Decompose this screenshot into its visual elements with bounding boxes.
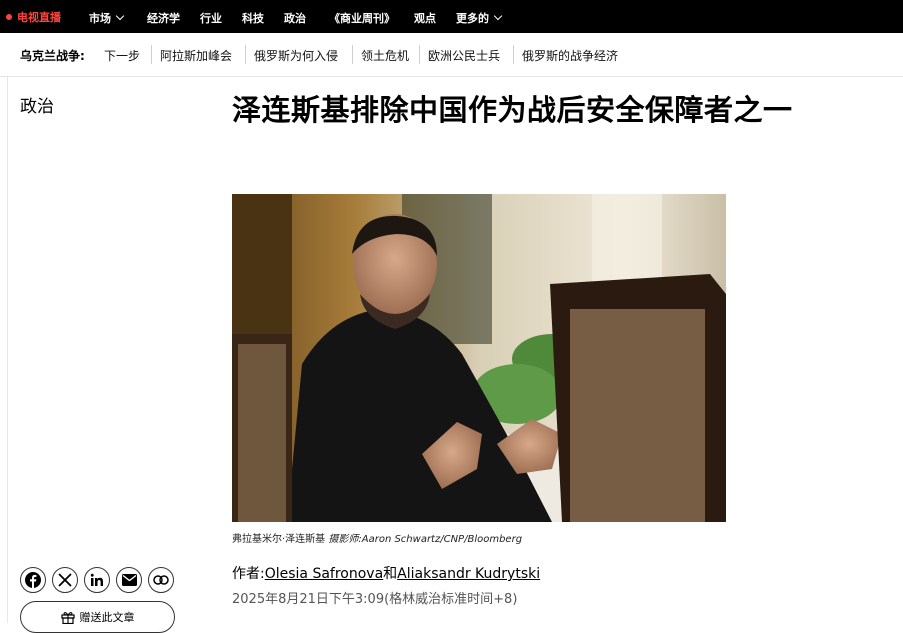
nav-industries-label: 行业	[200, 12, 222, 25]
top-nav: 电视直播 市场 经济学 行业 科技 政治 《商业周刊》 观点 更多的	[0, 0, 903, 33]
chevron-down-icon	[115, 11, 125, 21]
divider	[513, 45, 514, 64]
gift-article-button[interactable]: 赠送此文章	[20, 601, 175, 633]
gift-icon	[60, 611, 75, 624]
live-label: 电视直播	[17, 10, 61, 24]
article-headline: 泽连斯基排除中国作为战后安全保障者之一	[232, 93, 793, 127]
divider	[419, 45, 420, 64]
share-buttons	[20, 567, 174, 593]
publish-date: 2025年8月21日下午3:09(格林威治标准时间+8)	[232, 592, 518, 607]
linkedin-icon	[90, 573, 103, 586]
chevron-down-icon	[493, 11, 503, 21]
byline: 作者:Olesia Safronova和Aliaksandr Kudrytski	[232, 563, 540, 583]
subnav-item-alaska-summit[interactable]: 阿拉斯加峰会	[160, 47, 232, 64]
subnav-title: 乌克兰战争:	[20, 49, 85, 63]
nav-economics-label: 经济学	[147, 12, 180, 25]
facebook-share-button[interactable]	[20, 567, 46, 593]
subnav-item-next-steps[interactable]: 下一步	[104, 47, 140, 64]
byline-prefix: 作者:	[232, 566, 265, 582]
caption-subject: 弗拉基米尔·泽连斯基	[232, 534, 326, 545]
live-dot-icon	[6, 13, 12, 20]
nav-markets[interactable]: 市场	[89, 10, 125, 26]
nav-economics[interactable]: 经济学	[147, 10, 180, 26]
nav-technology[interactable]: 科技	[242, 10, 264, 26]
nav-politics[interactable]: 政治	[284, 10, 306, 26]
nav-more[interactable]: 更多的	[456, 10, 503, 26]
subnav-item-war-economy[interactable]: 俄罗斯的战争经济	[522, 47, 618, 64]
subnav-item-territory-crisis[interactable]: 领土危机	[361, 47, 409, 64]
section-label[interactable]: 政治	[20, 92, 54, 117]
nav-industries[interactable]: 行业	[200, 10, 222, 26]
email-icon	[121, 574, 137, 586]
x-share-button[interactable]	[52, 567, 78, 593]
author-link-1[interactable]: Olesia Safronova	[265, 566, 383, 582]
live-tv-link[interactable]: 电视直播	[6, 9, 61, 25]
subnav-item-citizen-soldiers[interactable]: 欧洲公民士兵	[428, 47, 500, 64]
topic-subnav: 乌克兰战争: 下一步 阿拉斯加峰会 俄罗斯为何入侵 领土危机 欧洲公民士兵 俄罗…	[0, 33, 903, 77]
nav-opinion-label: 观点	[414, 12, 436, 25]
nav-technology-label: 科技	[242, 12, 264, 25]
facebook-icon	[25, 572, 41, 588]
photo-illustration	[232, 194, 726, 522]
email-share-button[interactable]	[116, 567, 142, 593]
divider	[151, 45, 152, 64]
nav-more-label: 更多的	[456, 12, 489, 25]
nav-businessweek-label: 《商业周刊》	[329, 12, 395, 25]
x-icon	[58, 573, 72, 587]
left-rail-divider	[0, 77, 8, 623]
link-icon	[153, 575, 169, 585]
subnav-item-why-russia-invaded[interactable]: 俄罗斯为何入侵	[254, 47, 338, 64]
copy-link-button[interactable]	[148, 567, 174, 593]
divider	[352, 45, 353, 64]
nav-politics-label: 政治	[284, 12, 306, 25]
photo-caption: 弗拉基米尔·泽连斯基 摄影师:Aaron Schwartz/CNP/Bloomb…	[232, 530, 522, 545]
linkedin-share-button[interactable]	[84, 567, 110, 593]
divider	[245, 45, 246, 64]
nav-opinion[interactable]: 观点	[414, 10, 436, 26]
author-link-2[interactable]: Aliaksandr Kudrytski	[397, 566, 540, 582]
byline-joiner: 和	[383, 566, 398, 582]
nav-markets-label: 市场	[89, 12, 111, 25]
nav-businessweek[interactable]: 《商业周刊》	[329, 10, 395, 26]
article-photo	[232, 194, 726, 522]
caption-credit: 摄影师:Aaron Schwartz/CNP/Bloomberg	[328, 534, 523, 545]
